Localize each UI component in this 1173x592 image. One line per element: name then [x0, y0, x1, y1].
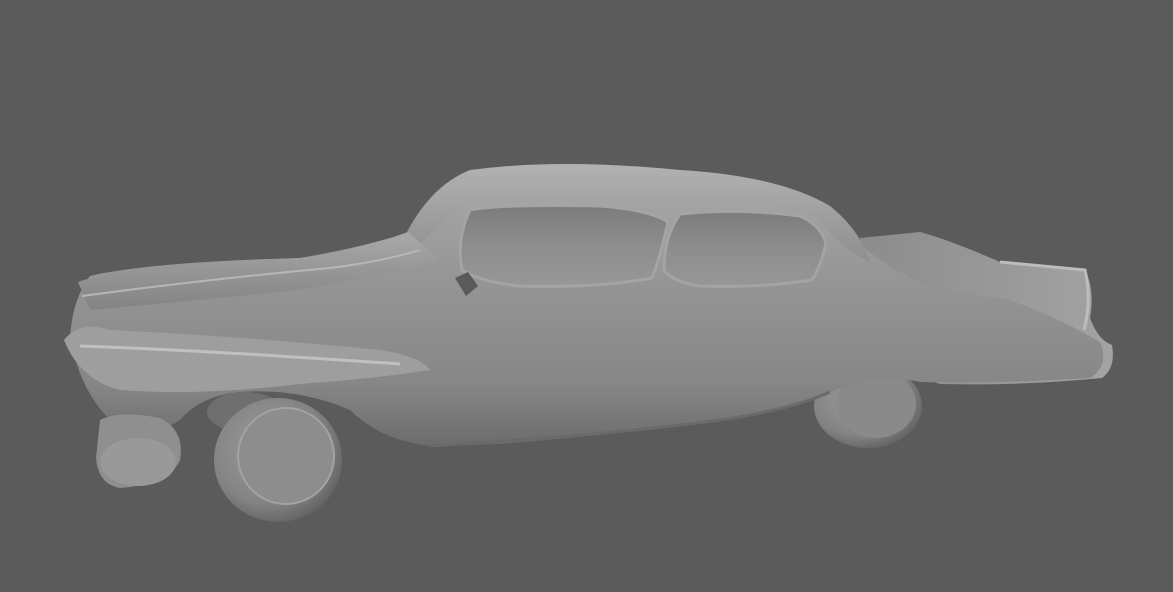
viewport-canvas[interactable]	[0, 0, 1173, 592]
front-wheel	[214, 398, 342, 522]
front-window	[458, 204, 670, 288]
front-bumper-cap	[100, 438, 176, 486]
3d-viewport[interactable]	[0, 0, 1173, 592]
rear-window	[662, 209, 828, 288]
